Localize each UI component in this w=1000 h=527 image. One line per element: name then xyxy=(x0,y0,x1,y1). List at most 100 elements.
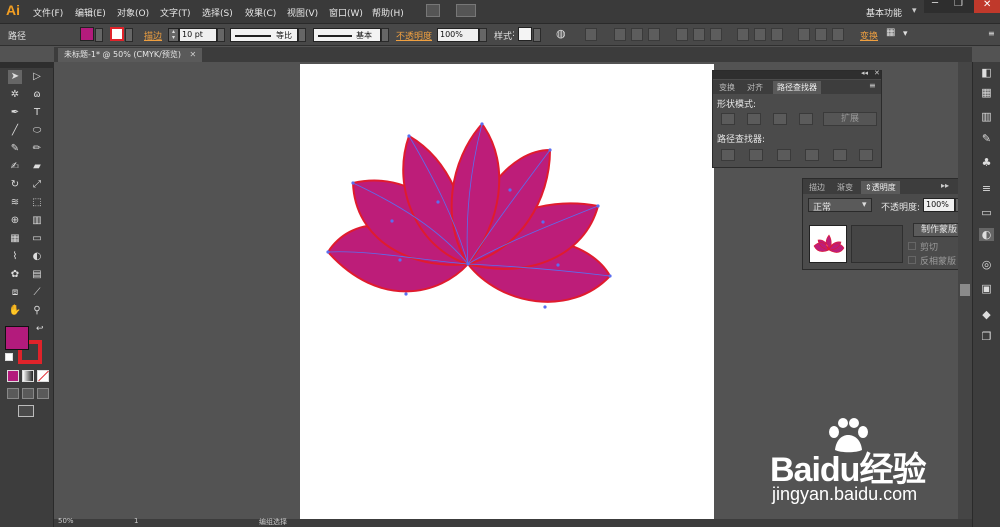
bridge-icon[interactable] xyxy=(426,4,440,17)
pathfinder-menu-icon[interactable]: ≡ xyxy=(869,81,876,90)
stroke-weight-field[interactable]: 10 pt xyxy=(179,28,217,42)
maximize-icon[interactable]: ❐ xyxy=(954,0,963,9)
graphic-style-swatch[interactable] xyxy=(518,27,532,41)
tab-transparency[interactable]: ⇕透明度 xyxy=(861,181,900,194)
eraser-tool-icon[interactable]: ▰ xyxy=(30,160,44,174)
control-menu-icon[interactable]: ▾ xyxy=(903,29,908,39)
rotate-tool-icon[interactable]: ↻ xyxy=(8,178,22,192)
unite-icon[interactable] xyxy=(721,113,735,125)
color-guide-icon[interactable]: ▦ xyxy=(979,86,994,99)
mesh-tool-icon[interactable]: ▦ xyxy=(8,232,22,246)
blob-brush-tool-icon[interactable]: ✍ xyxy=(8,160,22,174)
align-center-v-icon[interactable] xyxy=(693,28,705,41)
width-tool-icon[interactable]: ≋ xyxy=(8,196,22,210)
variable-width-profile[interactable]: 等比 xyxy=(230,28,298,42)
lotus-artwork[interactable] xyxy=(300,64,714,527)
blend-tool-icon[interactable]: ◐ xyxy=(30,250,44,264)
artboards-icon[interactable]: ❐ xyxy=(979,330,994,343)
crop-icon[interactable] xyxy=(805,149,819,161)
vertical-scrollbar[interactable] xyxy=(958,62,972,519)
hand-tool-icon[interactable]: ✋ xyxy=(8,304,22,318)
menu-effect[interactable]: 效果(C) xyxy=(245,6,276,19)
direct-selection-tool-icon[interactable]: ▷ xyxy=(30,70,44,84)
swatches-icon[interactable]: ▥ xyxy=(979,110,994,123)
collapse-panel-icon[interactable]: ◂◂ xyxy=(861,69,868,77)
selection-tool-icon[interactable]: ➤ xyxy=(8,70,22,84)
minus-front-icon[interactable] xyxy=(747,113,761,125)
fill-dropdown[interactable] xyxy=(95,28,103,42)
stroke-weight-dropdown[interactable] xyxy=(217,28,225,42)
distribute-left-icon[interactable] xyxy=(798,28,810,41)
gradient-icon[interactable]: ▭ xyxy=(979,206,994,219)
distribute-bottom-icon[interactable] xyxy=(771,28,783,41)
align-to-icon[interactable] xyxy=(585,28,597,41)
close-button[interactable]: ✕ xyxy=(974,0,1000,13)
distribute-center-icon[interactable] xyxy=(754,28,766,41)
lasso-tool-icon[interactable]: ɷ xyxy=(30,88,44,102)
layers-icon[interactable]: ◆ xyxy=(979,308,994,321)
pen-tool-icon[interactable]: ✒ xyxy=(8,106,22,120)
workspace-dropdown-icon[interactable]: ▾ xyxy=(912,6,917,16)
expand-panel-icon[interactable]: ▸▸ xyxy=(941,181,949,190)
expand-button[interactable]: 扩展 xyxy=(823,112,877,126)
menu-select[interactable]: 选择(S) xyxy=(202,6,233,19)
tab-stroke[interactable]: 描边 xyxy=(805,181,829,194)
line-segment-tool-icon[interactable]: ╱ xyxy=(8,124,22,138)
zoom-tool-icon[interactable]: ⚲ xyxy=(30,304,44,318)
invert-mask-checkbox[interactable] xyxy=(908,256,916,264)
minus-back-icon[interactable] xyxy=(859,149,873,161)
default-colors-icon[interactable] xyxy=(5,353,13,361)
column-graph-tool-icon[interactable]: ▤ xyxy=(30,268,44,282)
tab-align[interactable]: 对齐 xyxy=(743,81,767,94)
merge-icon[interactable] xyxy=(777,149,791,161)
transparency-icon[interactable]: ◐ xyxy=(979,228,994,241)
panel-menu-icon[interactable]: ≡ xyxy=(988,29,995,38)
menu-edit[interactable]: 编辑(E) xyxy=(75,6,106,19)
draw-behind-icon[interactable] xyxy=(22,388,34,399)
workspace-switcher[interactable]: 基本功能 xyxy=(866,6,902,19)
graphic-styles-icon[interactable]: ▣ xyxy=(979,282,994,295)
recolor-artwork-icon[interactable]: ◍ xyxy=(556,27,566,40)
document-tab[interactable]: 未标题-1* @ 50% (CMYK/预览) ✕ xyxy=(58,48,203,62)
brushes-icon[interactable]: ✎ xyxy=(979,132,994,145)
align-center-h-icon[interactable] xyxy=(631,28,643,41)
brush-dropdown[interactable] xyxy=(381,28,389,42)
gradient-mode-icon[interactable] xyxy=(22,370,34,382)
opacity-field[interactable]: 100% xyxy=(437,28,479,42)
draw-normal-icon[interactable] xyxy=(7,388,19,399)
paintbrush-tool-icon[interactable]: ✎ xyxy=(8,142,22,156)
menu-window[interactable]: 窗口(W) xyxy=(329,6,363,19)
exclude-icon[interactable] xyxy=(799,113,813,125)
symbols-icon[interactable]: ♣ xyxy=(979,156,994,169)
minimize-icon[interactable]: ─ xyxy=(932,0,938,9)
symbol-sprayer-tool-icon[interactable]: ✿ xyxy=(8,268,22,282)
distribute-h-center-icon[interactable] xyxy=(815,28,827,41)
artboard-number[interactable]: 1 xyxy=(134,517,138,525)
transform-panel-link[interactable]: 变换 xyxy=(860,29,878,42)
eyedropper-tool-icon[interactable]: ⌇ xyxy=(8,250,22,264)
transparency-opacity-field[interactable]: 100% xyxy=(923,198,955,212)
menu-help[interactable]: 帮助(H) xyxy=(372,6,404,19)
menu-type[interactable]: 文字(T) xyxy=(160,6,191,19)
trim-icon[interactable] xyxy=(749,149,763,161)
profile-dropdown[interactable] xyxy=(298,28,306,42)
magic-wand-tool-icon[interactable]: ✲ xyxy=(8,88,22,102)
color-mode-icon[interactable] xyxy=(7,370,19,382)
ellipse-tool-icon[interactable]: ⬭ xyxy=(30,124,44,138)
draw-inside-icon[interactable] xyxy=(37,388,49,399)
clip-checkbox[interactable] xyxy=(908,242,916,250)
arrange-documents-icon[interactable] xyxy=(456,4,476,17)
scale-tool-icon[interactable]: ⤢ xyxy=(30,178,44,192)
appearance-icon[interactable]: ◎ xyxy=(979,258,994,271)
distribute-top-icon[interactable] xyxy=(737,28,749,41)
blend-mode-select[interactable]: 正常 ▾ xyxy=(808,198,872,213)
artboard[interactable] xyxy=(300,64,714,527)
close-tab-icon[interactable]: ✕ xyxy=(190,50,197,59)
stroke-icon[interactable]: ≡ xyxy=(979,182,994,195)
stroke-dropdown[interactable] xyxy=(125,28,133,42)
distribute-right-icon[interactable] xyxy=(832,28,844,41)
align-bottom-icon[interactable] xyxy=(710,28,722,41)
none-mode-icon[interactable] xyxy=(37,370,49,382)
pencil-tool-icon[interactable]: ✏ xyxy=(30,142,44,156)
perspective-grid-tool-icon[interactable]: ▥ xyxy=(30,214,44,228)
